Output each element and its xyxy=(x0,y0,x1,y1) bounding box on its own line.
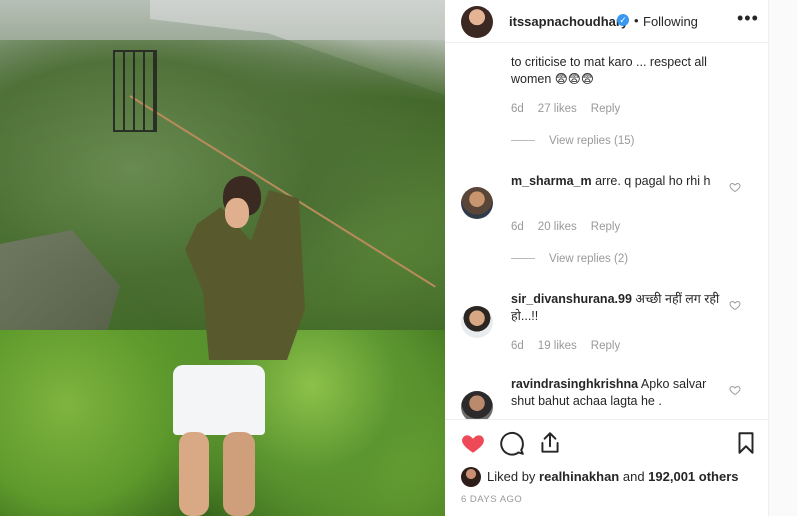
reply-button[interactable]: Reply xyxy=(591,340,620,352)
post-header: itssapnachoudhary ✓ • Following ••• xyxy=(445,0,768,43)
comment-like-heart-icon[interactable] xyxy=(729,384,741,396)
comment-age: 6d xyxy=(511,340,524,352)
commenter-avatar[interactable] xyxy=(461,187,493,219)
reply-button[interactable]: Reply xyxy=(591,103,620,115)
page-margin xyxy=(768,0,797,516)
share-icon[interactable] xyxy=(537,430,563,456)
view-replies-button[interactable]: View replies (2) xyxy=(511,253,628,265)
photo-person xyxy=(165,170,315,516)
liker-username[interactable]: realhinakhan xyxy=(539,469,619,484)
comment-username[interactable]: m_sharma_m xyxy=(511,174,592,188)
comment-meta: 6d 19 likes Reply xyxy=(511,340,634,352)
comment-likes[interactable]: 19 likes xyxy=(538,340,577,352)
comment-text: to criticise to mat karo ... respect all… xyxy=(511,55,707,86)
view-replies-button[interactable]: View replies (15) xyxy=(511,135,634,147)
header-separator: • xyxy=(634,13,639,28)
reply-button[interactable]: Reply xyxy=(591,221,620,233)
heart-icon[interactable] xyxy=(460,430,486,456)
comment-meta: 6d 27 likes Reply xyxy=(511,103,634,115)
comment-username[interactable]: sir_divanshurana.99 xyxy=(511,292,632,306)
commenter-avatar[interactable] xyxy=(461,391,493,419)
photo-cable-tower xyxy=(113,50,157,132)
commenter-avatar[interactable] xyxy=(461,306,493,338)
comment-like-heart-icon[interactable] xyxy=(729,181,741,193)
comment-likes[interactable]: 20 likes xyxy=(538,221,577,233)
following-button[interactable]: Following xyxy=(643,14,698,29)
comment-icon[interactable] xyxy=(499,430,525,456)
post-photo[interactable] xyxy=(0,0,445,516)
bookmark-icon[interactable] xyxy=(733,430,759,456)
comment-age: 6d xyxy=(511,221,524,233)
profile-username[interactable]: itssapnachoudhary xyxy=(509,14,628,29)
profile-avatar[interactable] xyxy=(461,6,493,38)
comment-text: m_sharma_m arre. q pagal ho rhi h xyxy=(511,174,711,188)
comment-likes[interactable]: 27 likes xyxy=(538,103,577,115)
comment-text: ravindrasinghkrishna Apko salvar shut ba… xyxy=(511,377,707,408)
verified-badge-icon: ✓ xyxy=(617,14,629,26)
comment-meta: 6d 20 likes Reply xyxy=(511,221,634,233)
comment-age: 6d xyxy=(511,103,524,115)
post-actions: Liked by realhinakhan and 192,001 others… xyxy=(445,419,768,516)
post-side-panel: itssapnachoudhary ✓ • Following ••• to c… xyxy=(445,0,768,516)
more-options-icon[interactable]: ••• xyxy=(737,8,759,29)
liker-avatar[interactable] xyxy=(461,467,481,487)
comments-list[interactable]: to criticise to mat karo ... respect all… xyxy=(445,44,768,419)
comment-like-heart-icon[interactable] xyxy=(729,299,741,311)
comment-text: sir_divanshurana.99 अच्छी नहीं लग रही हो… xyxy=(511,292,720,323)
likes-count[interactable]: 192,001 others xyxy=(648,469,738,484)
comment-username[interactable]: ravindrasinghkrishna xyxy=(511,377,638,391)
post-time-ago[interactable]: 6 DAYS AGO xyxy=(461,494,522,505)
